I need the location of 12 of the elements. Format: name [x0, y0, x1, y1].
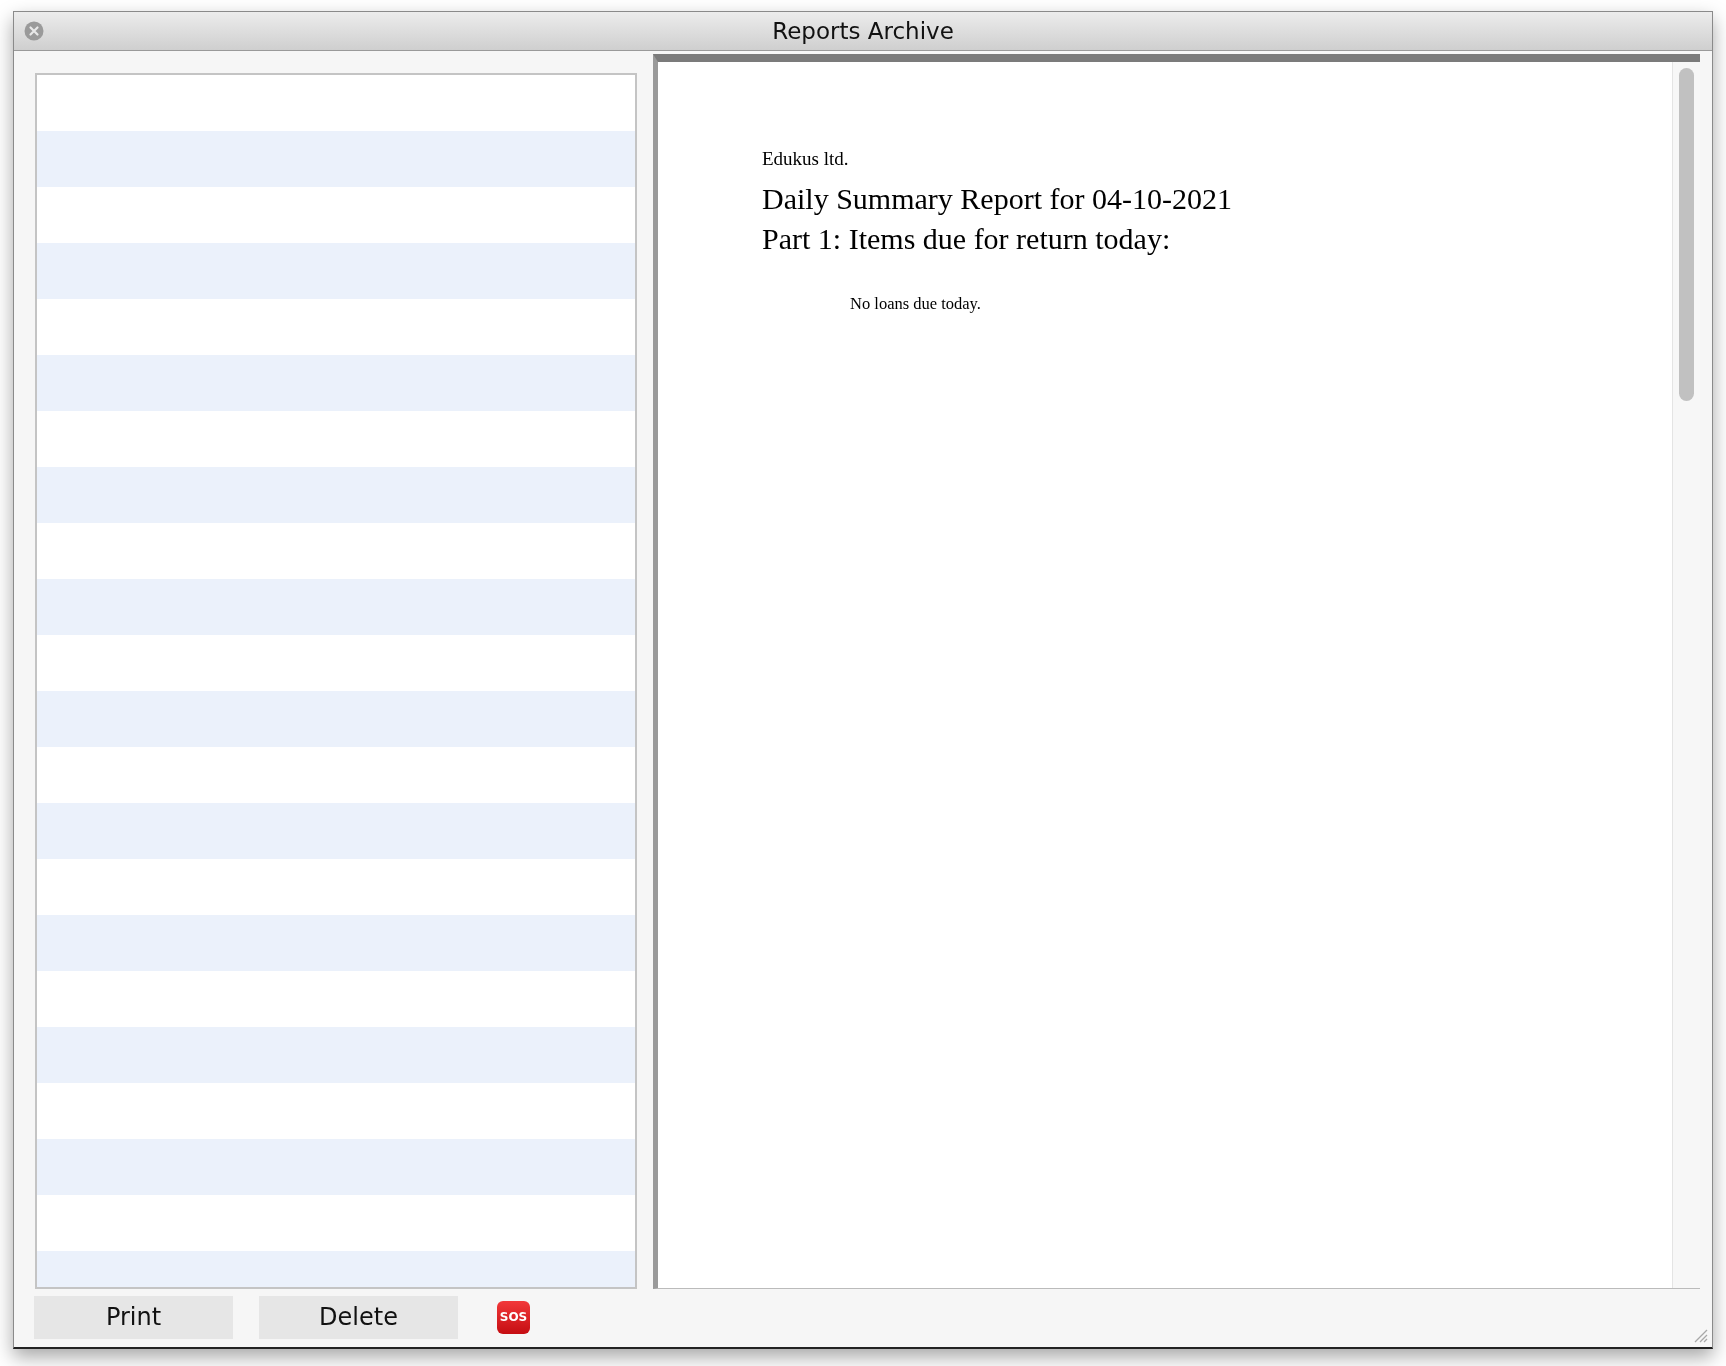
- action-button[interactable]: Print: [34, 1295, 233, 1339]
- report-note: No loans due today.: [850, 294, 982, 314]
- reports-list[interactable]: [35, 73, 637, 1289]
- window-title: Reports Archive: [772, 18, 954, 44]
- scrollbar-thumb[interactable]: [1679, 68, 1694, 401]
- sos-button[interactable]: SOS: [497, 1300, 530, 1334]
- report-title: Daily Summary Report for 04-10-2021: [762, 182, 1233, 216]
- action-button[interactable]: Delete: [259, 1295, 458, 1339]
- close-icon[interactable]: [24, 21, 44, 41]
- resize-grip-icon[interactable]: [1692, 1327, 1708, 1343]
- company-name: Edukus ltd.: [762, 148, 850, 170]
- section-heading: Part 1: Items due for return today:: [762, 222, 1172, 256]
